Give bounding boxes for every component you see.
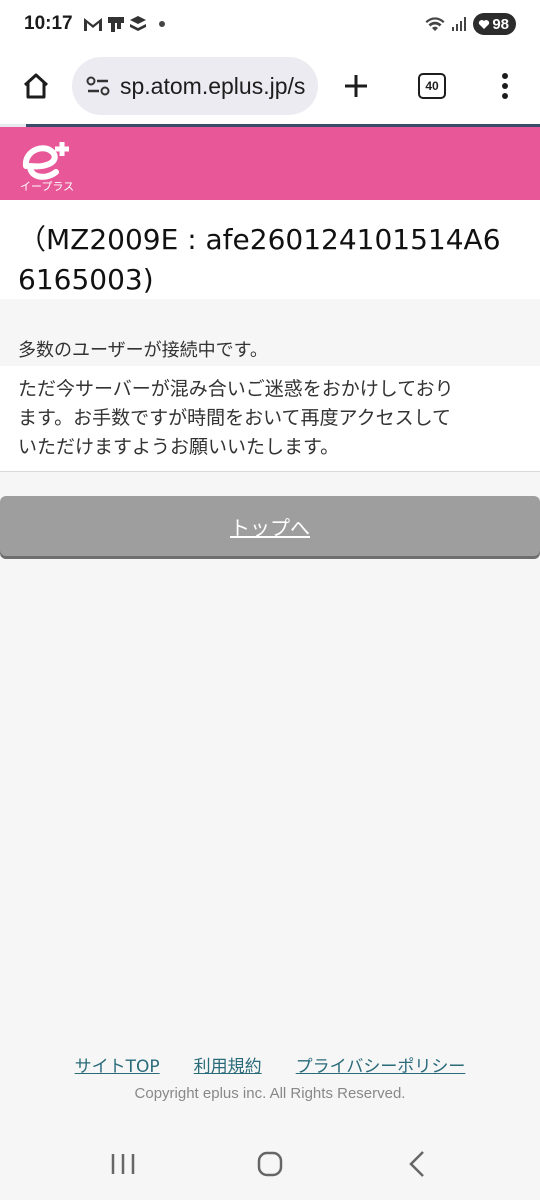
system-home-button[interactable] <box>240 1134 300 1194</box>
footer-link-privacy[interactable]: プライバシーポリシー <box>296 1052 466 1077</box>
new-tab-button[interactable] <box>318 48 394 124</box>
error-message-line1: ただ今サーバーが混み合いご迷惑をおかけしており <box>18 378 454 400</box>
system-nav-bar <box>0 1128 540 1200</box>
more-button[interactable] <box>470 48 540 124</box>
notification-icon <box>107 17 124 32</box>
url-bar[interactable]: sp.atom.eplus.jp/s <box>72 57 318 115</box>
error-message-line3: いただけますようお願いいたします。 <box>18 436 340 458</box>
error-title: 多数のユーザーが接続中です。 <box>18 340 268 361</box>
more-icon <box>502 73 508 99</box>
home-button-icon <box>257 1151 283 1177</box>
status-time: 10:17 <box>24 13 73 34</box>
tabs-button[interactable]: 40 <box>394 48 470 124</box>
error-message-line2: ます。お手数ですが時間をおいて再度アクセスして <box>18 407 452 429</box>
footer-link-terms[interactable]: 利用規約 <box>194 1052 262 1077</box>
recent-apps-button[interactable] <box>93 1134 153 1194</box>
browser-toolbar: sp.atom.eplus.jp/s 40 <box>0 48 540 124</box>
url-text: sp.atom.eplus.jp/s <box>120 72 306 99</box>
eplus-logo[interactable]: イープラス <box>16 136 78 192</box>
copyright: Copyright eplus inc. All Rights Reserved… <box>134 1085 406 1102</box>
error-code-line2: 6165003) <box>18 263 154 296</box>
error-code: （MZ2009E : afe260124101514A6 6165003) <box>0 200 540 299</box>
layers-icon <box>129 16 146 31</box>
signal-icon <box>452 17 467 31</box>
battery-icon: 98 <box>473 13 516 35</box>
wifi-icon <box>425 17 445 31</box>
home-button[interactable] <box>0 48 72 124</box>
error-message: ただ今サーバーが混み合いご迷惑をおかけしており ます。お手数ですが時間をおいて再… <box>0 366 540 472</box>
site-settings-icon[interactable] <box>86 76 110 96</box>
site-header: イープラス <box>0 127 540 200</box>
eplus-logo-text: イープラス <box>20 180 74 192</box>
gmail-icon <box>83 18 102 31</box>
battery-level: 98 <box>492 15 509 33</box>
home-icon <box>23 73 49 99</box>
footer-links: サイトTOP 利用規約 プライバシーポリシー <box>0 1052 540 1077</box>
tabs-icon: 40 <box>418 73 446 99</box>
more-notifications-dot <box>158 21 165 27</box>
footer-link-site-top[interactable]: サイトTOP <box>75 1052 160 1077</box>
top-page-button-label: トップへ <box>230 515 310 540</box>
status-bar: 10:17 98 <box>0 0 540 48</box>
recent-apps-icon <box>112 1154 135 1174</box>
error-code-line1: （MZ2009E : afe260124101514A6 <box>18 223 501 256</box>
top-page-button[interactable]: トップへ <box>0 496 540 556</box>
back-icon <box>408 1151 424 1177</box>
new-tab-icon <box>345 75 367 97</box>
back-button[interactable] <box>387 1134 447 1194</box>
